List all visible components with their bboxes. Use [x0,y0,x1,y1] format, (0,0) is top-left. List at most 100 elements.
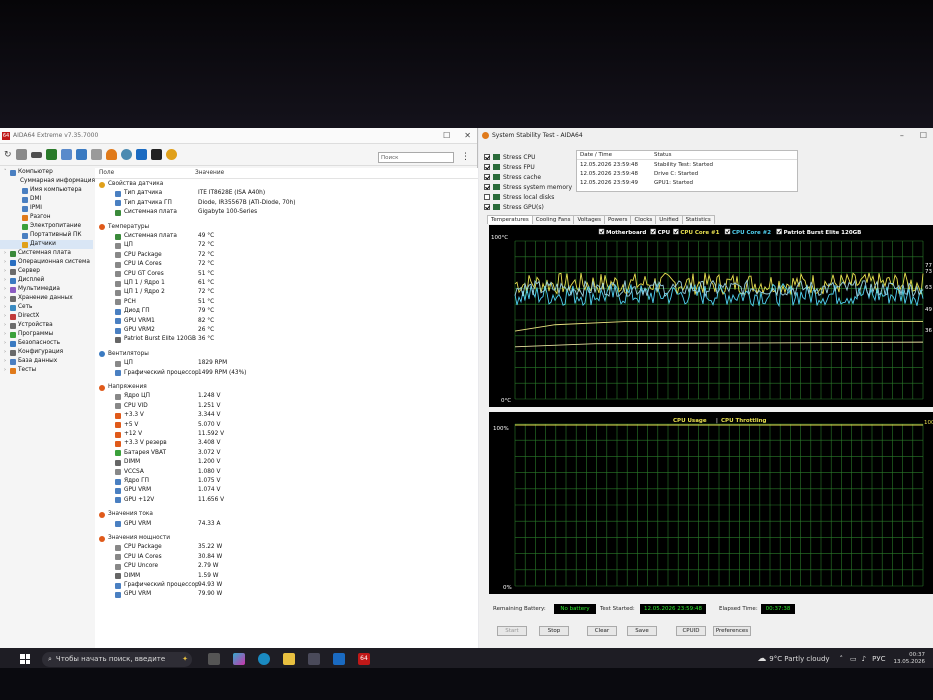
clock[interactable]: 00:37 13.05.2026 [894,652,926,666]
expand-arrow-icon[interactable]: › [4,258,8,267]
sensor-row[interactable]: VCCSA 1.080 V [95,468,478,477]
stress-option[interactable]: Stress local disks [484,192,572,202]
stress-checkbox[interactable] [484,164,490,170]
maximize-icon[interactable]: ☐ [443,131,450,140]
network-tray-icon[interactable]: ▭ [850,655,857,663]
tree-item[interactable]: › Программы [0,330,93,339]
tab-temperatures[interactable]: Temperatures [487,215,533,224]
log-row[interactable]: 12.05.2026 23:59:48 Drive C: Started [577,169,797,178]
sensor-section[interactable]: Температуры [95,223,478,232]
sensor-row[interactable]: CPU Package 35.22 W [95,543,478,552]
tree-item[interactable]: › Тесты [0,366,93,375]
sensor-row[interactable]: GPU VRM1 82 °C [95,317,478,326]
stress-option[interactable]: Stress system memory [484,182,572,192]
language-indicator[interactable]: РУС [872,655,885,663]
sensor-row[interactable]: GPU VRM2 26 °C [95,326,478,335]
tab-cooling-fans[interactable]: Cooling Fans [531,215,575,224]
stress-option[interactable]: Stress FPU [484,162,572,172]
start-button[interactable]: Start [497,626,527,636]
expand-arrow-icon[interactable]: › [4,249,8,258]
report-icon[interactable] [15,149,27,160]
monitor-icon[interactable] [75,149,87,160]
stress-checkbox[interactable] [484,204,490,210]
tree-item[interactable]: Датчики [0,240,93,249]
log-row[interactable]: 12.05.2026 23:59:48 Stability Test: Start… [577,160,797,169]
tree-item[interactable]: › Безопасность [0,339,93,348]
tree-item[interactable]: › DirectX [0,312,93,321]
copilot-icon[interactable] [233,653,245,665]
more-options-icon[interactable]: ⋮ [461,152,470,162]
sensor-row[interactable]: ЦП 1 / Ядро 1 61 °C [95,279,478,288]
save-button[interactable]: Save [627,626,657,636]
tree-item[interactable]: › Сервер [0,267,93,276]
windows-start-icon[interactable] [20,654,30,664]
tree-item[interactable]: › Дисплей [0,276,93,285]
file-explorer-icon[interactable] [283,653,295,665]
expand-arrow-icon[interactable]: › [4,321,8,330]
tree-item[interactable]: IPMI [0,204,93,213]
weather-icon[interactable]: ☁ [757,654,766,664]
chip-icon[interactable] [45,149,57,160]
stress-checkbox[interactable] [484,184,490,190]
maximize-icon[interactable]: ☐ [920,131,927,140]
sensor-row[interactable]: CPU Uncore 2.79 W [95,562,478,571]
task-view-icon[interactable] [208,653,220,665]
sensor-row[interactable]: DIMM 1.200 V [95,458,478,467]
sensor-row[interactable]: +3.3 V 3.344 V [95,411,478,420]
stress-option[interactable]: Stress CPU [484,152,572,162]
tree-item[interactable]: Портативный ПК [0,231,93,240]
tab-powers[interactable]: Powers [603,215,632,224]
column-field[interactable]: Поле [95,170,195,176]
expand-arrow-icon[interactable]: › [4,285,8,294]
tray-chevron-icon[interactable]: ˄ [840,655,844,663]
sensor-section[interactable]: Напряжения [95,383,478,392]
column-value[interactable]: Значение [195,170,224,176]
sensor-row[interactable]: Тип датчика ГП Diode, IR35567B (ATI-Diode… [95,199,478,208]
sensor-row[interactable]: +3.3 V резерв 3.408 V [95,439,478,448]
search-input[interactable]: Поиск [378,152,454,163]
sensor-row[interactable]: ЦП 72 °C [95,241,478,250]
stop-button[interactable]: Stop [539,626,569,636]
close-icon[interactable]: ✕ [464,131,471,140]
sensor-row[interactable]: +5 V 5.070 V [95,421,478,430]
osd-icon[interactable] [150,149,162,160]
gauge-icon[interactable] [165,149,177,160]
sensor-row[interactable]: CPU IA Cores 30.84 W [95,553,478,562]
cpuid-button[interactable]: CPUID [676,626,706,636]
sensor-row[interactable]: GPU VRM 79.90 W [95,590,478,599]
windows-icon[interactable] [135,149,147,160]
tab-clocks[interactable]: Clocks [630,215,657,224]
network-icon[interactable] [60,149,72,160]
sensor-row[interactable]: Графический процессор 94.93 W [95,581,478,590]
stress-checkbox[interactable] [484,154,490,160]
tree-item[interactable]: › Операционная система [0,258,93,267]
tree-item[interactable]: › Устройства [0,321,93,330]
sensor-row[interactable]: CPU IA Cores 72 °C [95,260,478,269]
expand-arrow-icon[interactable]: › [4,276,8,285]
sensor-row[interactable]: GPU VRM 1.074 V [95,486,478,495]
stress-option[interactable]: Stress cache [484,172,572,182]
user-icon[interactable] [120,149,132,160]
sensor-row[interactable]: PCH 51 °C [95,298,478,307]
stress-option[interactable]: Stress GPU(s) [484,202,572,212]
disk-icon[interactable] [90,149,102,160]
sensor-section[interactable]: Значения мощности [95,534,478,543]
expand-arrow-icon[interactable]: › [4,303,8,312]
tree-item[interactable]: ˅ Компьютер [0,168,93,177]
memory-icon[interactable] [30,151,42,158]
sensor-row[interactable]: CPU GT Cores 51 °C [95,270,478,279]
sensor-row[interactable]: Диод ГП 79 °C [95,307,478,316]
expand-arrow-icon[interactable]: › [4,312,8,321]
speaker-icon[interactable]: ♪ [862,655,866,663]
edge-icon[interactable] [258,653,270,665]
sensor-row[interactable]: Тип датчика ITE IT8628E (ISA A40h) [95,189,478,198]
tree-item[interactable]: › Хранение данных [0,294,93,303]
refresh-icon[interactable]: ↻ [4,150,12,160]
sensor-section[interactable]: Значения тока [95,510,478,519]
sensor-row[interactable]: Системная плата 49 °C [95,232,478,241]
clear-button[interactable]: Clear [587,626,617,636]
sensor-row[interactable]: +12 V 11.592 V [95,430,478,439]
sensor-section[interactable]: Вентиляторы [95,350,478,359]
expand-arrow-icon[interactable]: › [4,348,8,357]
sensor-row[interactable]: Patriot Burst Elite 120GB 36 °C [95,335,478,344]
